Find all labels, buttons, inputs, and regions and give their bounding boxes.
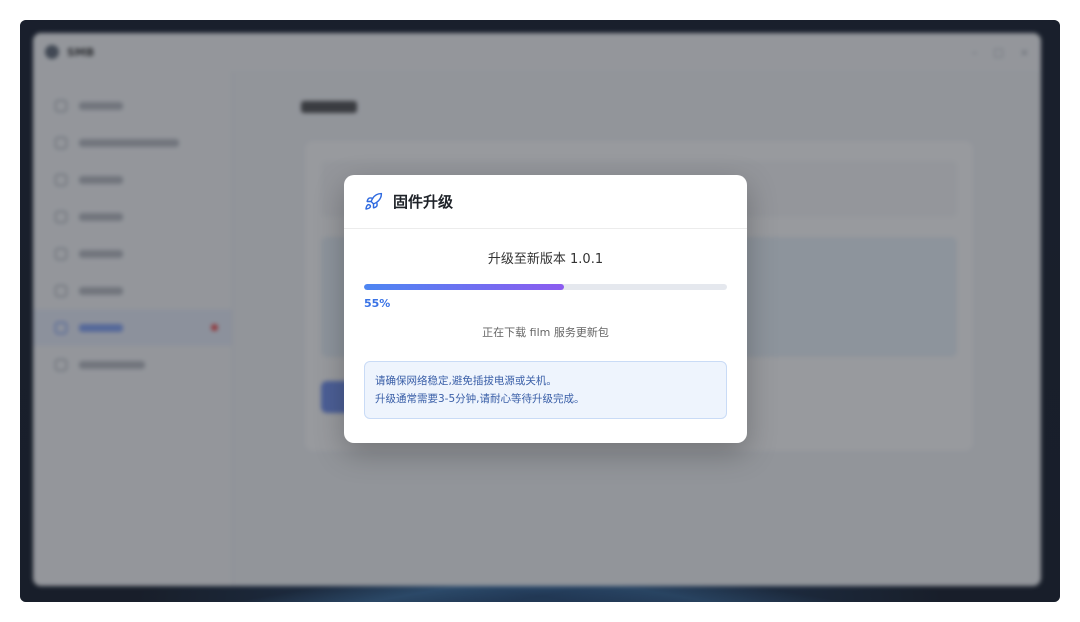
target-version-text: 升级至新版本 1.0.1: [487, 252, 604, 267]
rocket-icon: [365, 192, 383, 210]
upgrade-progress-bar: [364, 284, 727, 290]
dialog-header: 固件升级: [344, 175, 747, 229]
upgrade-notice: 请确保网络稳定,避免插拔电源或关机。 升级通常需要3-5分钟,请耐心等待升级完成…: [364, 361, 727, 419]
download-status-text: 正在下载 film 服务更新包: [482, 326, 609, 339]
dialog-body: 升级至新版本 1.0.1 55% 正在下载 film 服务更新包 请确保网络稳定…: [344, 251, 747, 419]
upgrade-progress-fill: [364, 284, 564, 290]
notice-line-2: 升级通常需要3-5分钟,请耐心等待升级完成。: [375, 393, 585, 405]
firmware-upgrade-dialog: 固件升级 升级至新版本 1.0.1 55% 正在下载 film 服务更新包 请确…: [344, 175, 747, 443]
progress-percent: 55%: [364, 297, 391, 310]
dialog-title: 固件升级: [393, 193, 454, 211]
notice-line-1: 请确保网络稳定,避免插拔电源或关机。: [375, 375, 557, 387]
